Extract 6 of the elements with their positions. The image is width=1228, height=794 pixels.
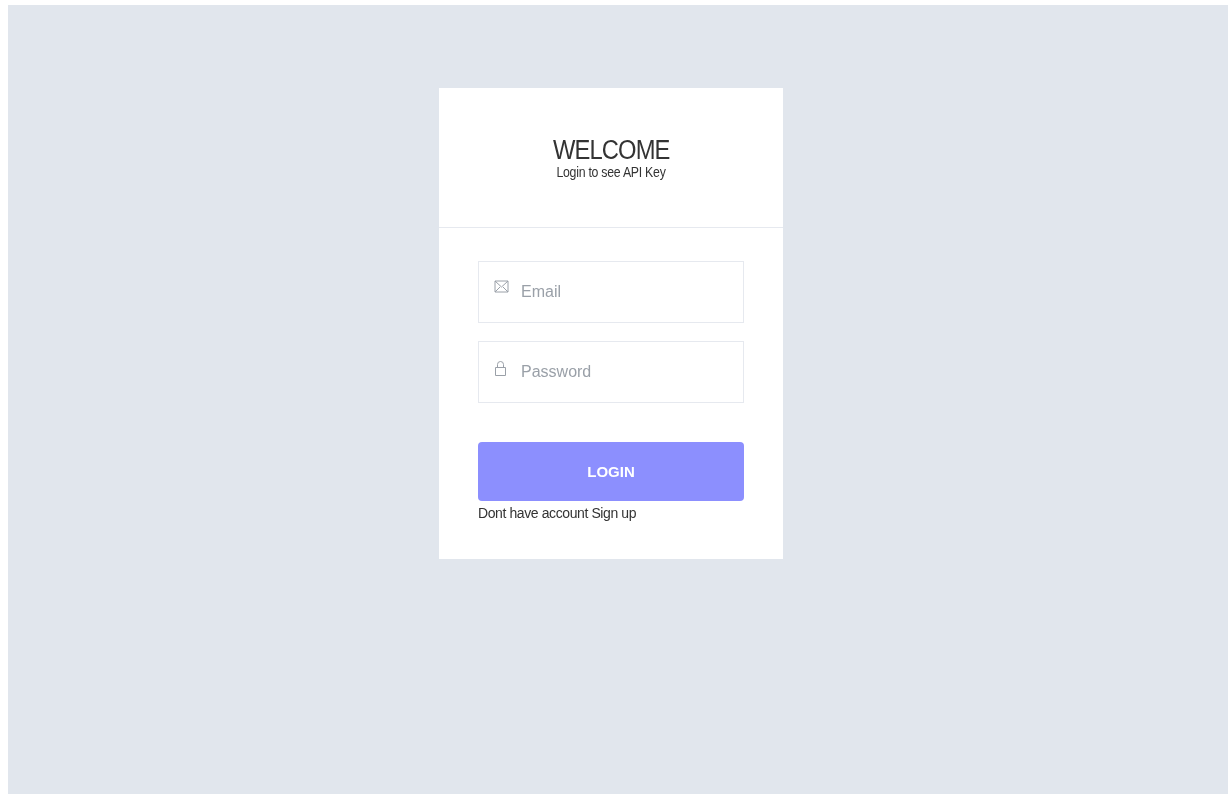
password-field[interactable]: Password bbox=[478, 341, 744, 403]
login-subtitle: Login to see API Key bbox=[556, 163, 666, 180]
login-button[interactable]: LOGIN bbox=[478, 442, 744, 501]
welcome-title: WELCOME bbox=[552, 135, 670, 164]
signup-text: Dont have account Sign up bbox=[478, 505, 637, 521]
email-field[interactable]: Email bbox=[478, 261, 744, 323]
